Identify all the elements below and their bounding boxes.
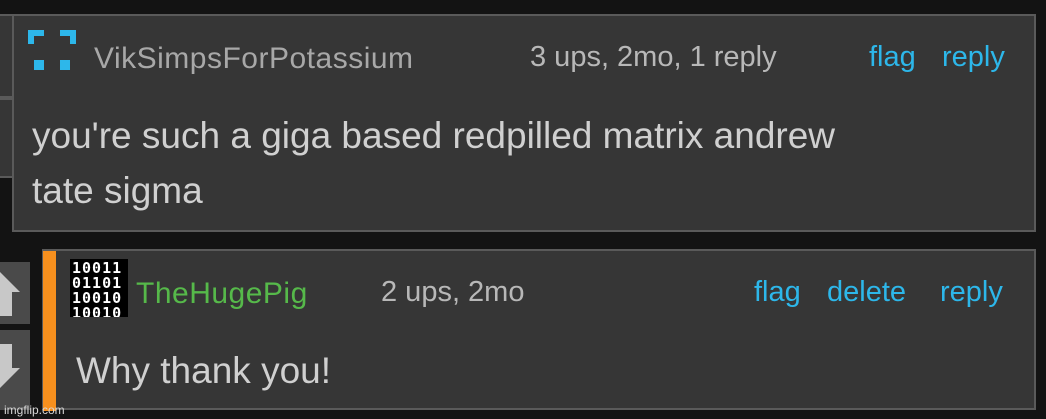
comment-username[interactable]: TheHugePig bbox=[136, 277, 308, 311]
comment-card: VikSimpsForPotassium 3 ups, 2mo, 1 reply… bbox=[12, 14, 1036, 232]
comment-meta: 2 ups, 2mo bbox=[381, 276, 525, 308]
arrow-down-icon bbox=[0, 344, 20, 388]
own-comment-indicator bbox=[43, 251, 56, 411]
binary-avatar[interactable]: 10011 01101 10010 10010 bbox=[70, 259, 128, 317]
delete-link[interactable]: delete bbox=[827, 276, 906, 309]
flag-link[interactable]: flag bbox=[754, 276, 801, 309]
comment-meta: 3 ups, 2mo, 1 reply bbox=[530, 41, 777, 73]
reply-link[interactable]: reply bbox=[942, 41, 1005, 74]
comment-body: you're such a giga based redpilled matri… bbox=[32, 115, 836, 211]
upvote-button[interactable] bbox=[0, 262, 30, 324]
comment-card: 10011 01101 10010 10010 TheHugePig 2 ups… bbox=[42, 249, 1036, 410]
comment-username[interactable]: VikSimpsForPotassium bbox=[94, 42, 414, 76]
reply-link[interactable]: reply bbox=[940, 276, 1003, 309]
comment-body: Why thank you! bbox=[76, 350, 332, 391]
watermark: imgflip.com bbox=[4, 403, 65, 417]
arrow-up-icon bbox=[0, 272, 20, 316]
avatar-icon[interactable] bbox=[24, 26, 80, 76]
flag-link[interactable]: flag bbox=[869, 41, 916, 74]
downvote-button[interactable] bbox=[0, 330, 30, 410]
